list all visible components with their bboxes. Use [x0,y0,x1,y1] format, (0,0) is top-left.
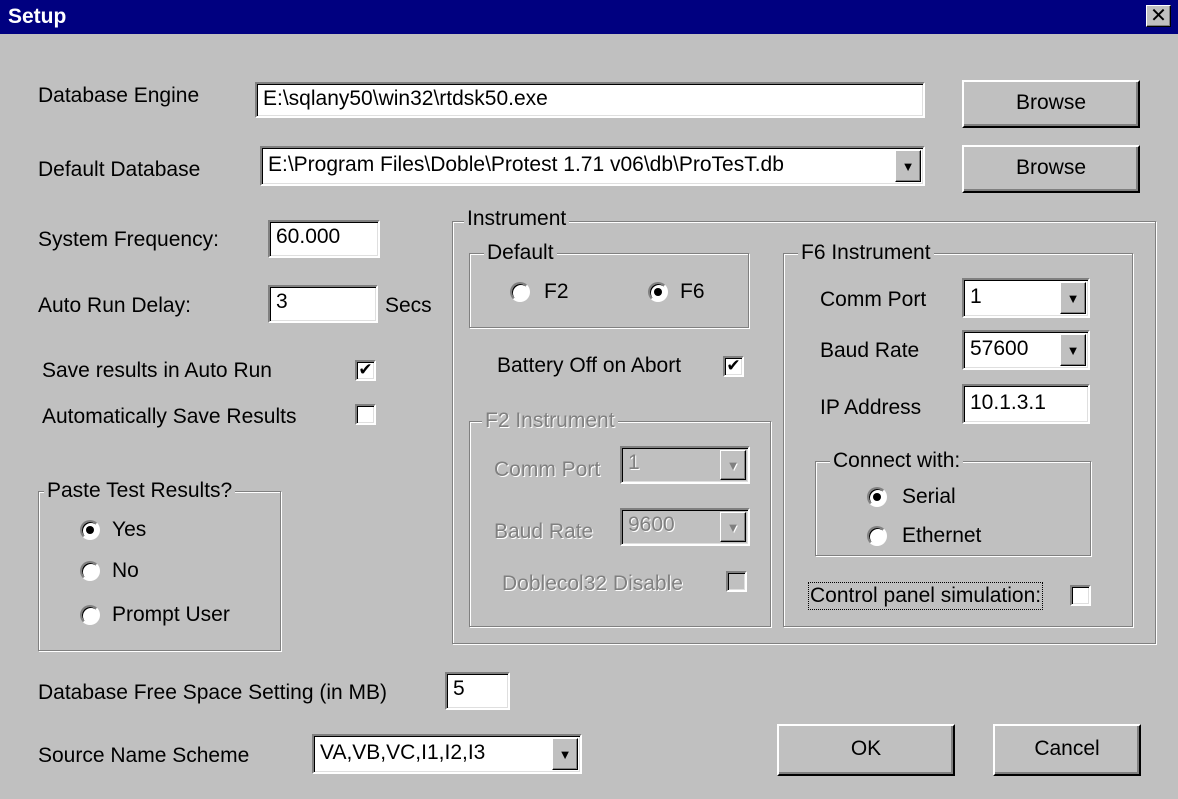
f6-baud-rate-value: 57600 [970,337,1029,360]
connect-ethernet-radio[interactable] [867,526,887,546]
database-engine-label: Database Engine [38,84,200,107]
default-database-combo[interactable]: E:\Program Files\Doble\Protest 1.71 v06\… [260,146,925,186]
free-space-input[interactable]: 5 [445,672,510,710]
title-bar: Setup ✕ [0,0,1178,34]
default-database-value: E:\Program Files\Doble\Protest 1.71 v06\… [268,153,784,176]
auto-run-delay-input[interactable]: 3 [268,285,378,323]
connect-with-label: Connect with: [830,450,964,472]
f6-comm-port-label: Comm Port [820,288,927,311]
system-frequency-label: System Frequency: [38,228,219,251]
save-results-auto-run-label: Save results in Auto Run [42,359,272,382]
chevron-down-icon[interactable]: ▼ [1060,334,1086,366]
f6-instrument-label: F6 Instrument [798,242,934,264]
connect-serial-label: Serial [902,485,956,508]
control-panel-simulation-checkbox[interactable] [1070,585,1091,606]
close-icon: ✕ [1150,5,1167,27]
default-f2-radio[interactable] [510,282,530,302]
ok-button[interactable]: OK [777,724,955,776]
source-name-scheme-combo[interactable]: VA,VB,VC,I1,I2,I3 ▼ [312,734,582,774]
save-results-auto-run-checkbox[interactable]: ✔ [355,360,376,381]
check-icon: ✔ [358,360,373,379]
f2-doblecol-label: Doblecol32 Disable [502,572,683,595]
paste-no-radio[interactable] [80,561,100,581]
connect-ethernet-label: Ethernet [902,524,982,547]
default-f6-label: F6 [680,280,705,303]
instrument-label: Instrument [464,208,570,230]
cancel-button[interactable]: Cancel [993,724,1141,776]
check-icon: ✔ [726,356,741,375]
f2-comm-port-label: Comm Port [494,458,601,481]
control-panel-simulation-label: Control panel simulation: [807,582,1044,610]
chevron-down-icon: ▼ [720,450,746,480]
f2-doblecol-checkbox [726,571,747,592]
battery-off-label: Battery Off on Abort [497,354,682,377]
window-title: Setup [8,5,67,28]
f6-ip-address-input[interactable]: 10.1.3.1 [962,384,1090,424]
chevron-down-icon[interactable]: ▼ [895,150,921,182]
f2-comm-port-combo: 1 ▼ [620,446,750,484]
f6-comm-port-combo[interactable]: 1 ▼ [962,278,1090,318]
default-instrument-label: Default [484,242,557,264]
system-frequency-input[interactable]: 60.000 [268,220,380,258]
f6-baud-rate-label: Baud Rate [820,339,920,362]
auto-save-results-label: Automatically Save Results [42,405,297,428]
default-f2-label: F2 [544,280,569,303]
auto-run-delay-unit: Secs [385,294,432,317]
browse-engine-button[interactable]: Browse [962,80,1140,128]
paste-yes-radio[interactable] [80,520,100,540]
f6-ip-address-label: IP Address [820,396,922,419]
paste-results-label: Paste Test Results? [44,480,236,502]
browse-database-button[interactable]: Browse [962,145,1140,193]
f6-baud-rate-combo[interactable]: 57600 ▼ [962,330,1090,370]
paste-prompt-radio[interactable] [80,605,100,625]
chevron-down-icon[interactable]: ▼ [552,738,578,770]
source-name-scheme-label: Source Name Scheme [38,744,250,767]
f2-baud-rate-combo: 9600 ▼ [620,508,750,546]
f2-comm-port-value: 1 [628,451,640,474]
paste-prompt-label: Prompt User [112,603,230,626]
paste-no-label: No [112,559,139,582]
f6-comm-port-value: 1 [970,285,982,308]
f2-baud-rate-value: 9600 [628,513,675,536]
chevron-down-icon: ▼ [720,512,746,542]
default-database-label: Default Database [38,158,201,181]
f2-instrument-label: F2 Instrument [482,410,618,432]
database-engine-input[interactable]: E:\sqlany50\win32\rtdsk50.exe [255,82,925,118]
chevron-down-icon[interactable]: ▼ [1060,282,1086,314]
paste-yes-label: Yes [112,518,147,541]
close-button[interactable]: ✕ [1146,5,1171,27]
paste-results-group [38,491,281,651]
auto-save-results-checkbox[interactable] [355,404,376,425]
source-name-scheme-value: VA,VB,VC,I1,I2,I3 [320,741,486,764]
battery-off-checkbox[interactable]: ✔ [723,356,744,377]
default-f6-radio[interactable] [648,282,668,302]
free-space-label: Database Free Space Setting (in MB) [38,681,388,704]
f2-baud-rate-label: Baud Rate [494,520,594,543]
auto-run-delay-label: Auto Run Delay: [38,294,191,317]
connect-serial-radio[interactable] [867,487,887,507]
